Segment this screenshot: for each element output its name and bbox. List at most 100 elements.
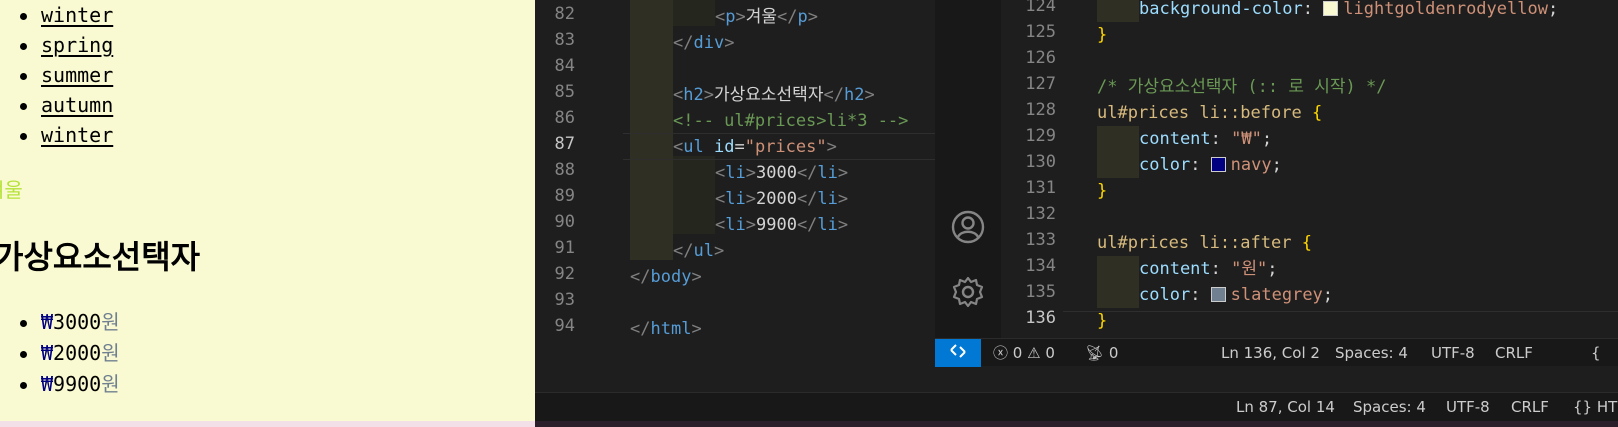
- account-icon[interactable]: [951, 210, 985, 244]
- season-link[interactable]: winter: [41, 3, 113, 27]
- code-line[interactable]: </html>: [630, 316, 702, 342]
- line-number: 86: [554, 108, 575, 128]
- line-number: 85: [554, 82, 575, 102]
- line-number-active: 87: [554, 134, 575, 154]
- current-line-highlight: [1063, 311, 1618, 338]
- braces-icon[interactable]: {: [1591, 339, 1601, 367]
- line-number: 83: [554, 30, 575, 50]
- list-item[interactable]: spring: [18, 30, 113, 60]
- code-line[interactable]: ul#prices li::after {: [1097, 230, 1312, 256]
- indentation-setting[interactable]: Spaces: 4: [1335, 339, 1408, 367]
- taskbar-strip-dark: [535, 421, 1618, 427]
- list-item[interactable]: autumn: [18, 90, 113, 120]
- list-item[interactable]: winter: [18, 0, 113, 30]
- code-line[interactable]: </ul>: [673, 238, 724, 264]
- code-line[interactable]: background-color: lightgoldenrodyellow;: [1139, 0, 1558, 22]
- line-number: 93: [554, 290, 575, 310]
- remote-icon: [948, 341, 968, 365]
- price-item: ₩3000원: [18, 307, 120, 338]
- list-item[interactable]: summer: [18, 60, 113, 90]
- price-item: ₩2000원: [18, 338, 120, 369]
- season-link[interactable]: summer: [41, 63, 113, 87]
- line-number: 133: [1025, 230, 1056, 250]
- season-link[interactable]: spring: [41, 33, 113, 57]
- code-line[interactable]: <ul id="prices">: [673, 134, 837, 160]
- line-number: 126: [1025, 48, 1056, 68]
- color-swatch[interactable]: [1323, 1, 1339, 16]
- css-status-bar: ⓧ 0 ⚠ 0 📡︎ 0 Ln 136, Col 2 Spaces: 4 UTF…: [935, 338, 1618, 367]
- indentation-setting[interactable]: Spaces: 4: [1353, 393, 1426, 421]
- currency-symbol: ₩: [41, 341, 54, 365]
- css-editor[interactable]: 124 125 126 127 128 129 130 131 132 133 …: [1001, 0, 1618, 365]
- indent-guide: [673, 0, 715, 26]
- remote-button[interactable]: [935, 339, 981, 367]
- code-line[interactable]: color: navy;: [1139, 152, 1282, 178]
- price-amount: 3000: [53, 310, 102, 334]
- price-suffix: 원: [101, 372, 120, 396]
- line-number: 127: [1025, 74, 1056, 94]
- code-line[interactable]: </div>: [673, 30, 734, 56]
- line-number: 130: [1025, 152, 1056, 172]
- gear-icon[interactable]: [951, 275, 985, 309]
- code-line[interactable]: ul#prices li::before {: [1097, 100, 1322, 126]
- code-line[interactable]: <h2>가상요소선택자</h2>: [673, 82, 875, 108]
- price-item: ₩9900원: [18, 369, 120, 400]
- line-number: 84: [554, 56, 575, 76]
- line-number-active: 136: [1025, 308, 1056, 328]
- code-line[interactable]: <li>9900</li>: [715, 212, 848, 238]
- price-suffix: 원: [101, 341, 120, 365]
- ports-count: 0: [1108, 344, 1119, 362]
- warning-icon: ⚠: [1027, 344, 1041, 362]
- code-line[interactable]: content: "₩";: [1139, 126, 1272, 152]
- braces-icon: {}: [1573, 398, 1593, 416]
- line-number: 129: [1025, 126, 1056, 146]
- encoding-setting[interactable]: UTF-8: [1446, 393, 1490, 421]
- code-line[interactable]: }: [1097, 178, 1107, 204]
- currency-symbol: ₩: [41, 372, 54, 396]
- code-line[interactable]: content: "원";: [1139, 256, 1278, 282]
- season-link[interactable]: winter: [41, 123, 113, 147]
- color-swatch[interactable]: [1210, 157, 1226, 172]
- page-heading: 가상요소선택자: [0, 238, 201, 276]
- indent-guide: [1097, 256, 1139, 308]
- code-line[interactable]: }: [1097, 22, 1107, 48]
- price-list: ₩3000원 ₩2000원 ₩9900원: [18, 307, 120, 400]
- code-line[interactable]: <p>겨울</p>: [715, 4, 818, 30]
- language-mode[interactable]: {} HTM: [1573, 393, 1618, 421]
- code-line[interactable]: color: slategrey;: [1139, 282, 1333, 308]
- code-line[interactable]: /* 가상요소선택자 (:: 로 시작) */: [1097, 74, 1386, 100]
- eol-setting[interactable]: CRLF: [1495, 339, 1533, 367]
- ports-indicator[interactable]: 📡︎ 0: [1085, 339, 1118, 367]
- encoding-setting[interactable]: UTF-8: [1431, 339, 1475, 367]
- eol-setting[interactable]: CRLF: [1511, 393, 1549, 421]
- code-line[interactable]: <li>2000</li>: [715, 186, 848, 212]
- cursor-position[interactable]: Ln 87, Col 14: [1236, 393, 1335, 421]
- indent-guide: [1097, 126, 1139, 178]
- line-number: 89: [554, 186, 575, 206]
- problems-indicator[interactable]: ⓧ 0 ⚠ 0: [993, 339, 1055, 367]
- line-number: 125: [1025, 22, 1056, 42]
- season-link[interactable]: autumn: [41, 93, 113, 117]
- line-number: 131: [1025, 178, 1056, 198]
- indent-guide: [673, 156, 715, 234]
- code-line[interactable]: }: [1097, 308, 1107, 334]
- line-number: 88: [554, 160, 575, 180]
- price-suffix: 원: [101, 310, 120, 334]
- code-line[interactable]: <!-- ul#prices>li*3 -->: [673, 108, 908, 134]
- code-line[interactable]: <li>3000</li>: [715, 160, 848, 186]
- price-amount: 9900: [53, 372, 102, 396]
- line-number: 134: [1025, 256, 1056, 276]
- indent-guide: [1097, 0, 1139, 22]
- price-amount: 2000: [53, 341, 102, 365]
- cursor-position[interactable]: Ln 136, Col 2: [1221, 339, 1320, 367]
- list-item[interactable]: winter: [18, 120, 113, 150]
- color-swatch[interactable]: [1210, 287, 1226, 302]
- season-list: winter spring summer autumn winter: [18, 0, 113, 150]
- code-line[interactable]: </body>: [630, 264, 702, 290]
- line-number: 82: [554, 4, 575, 24]
- line-number: 124: [1025, 0, 1056, 16]
- error-count: 0: [1012, 344, 1023, 362]
- activity-bar: [935, 0, 1001, 338]
- warning-count: 0: [1045, 344, 1055, 362]
- error-icon: ⓧ: [993, 344, 1009, 362]
